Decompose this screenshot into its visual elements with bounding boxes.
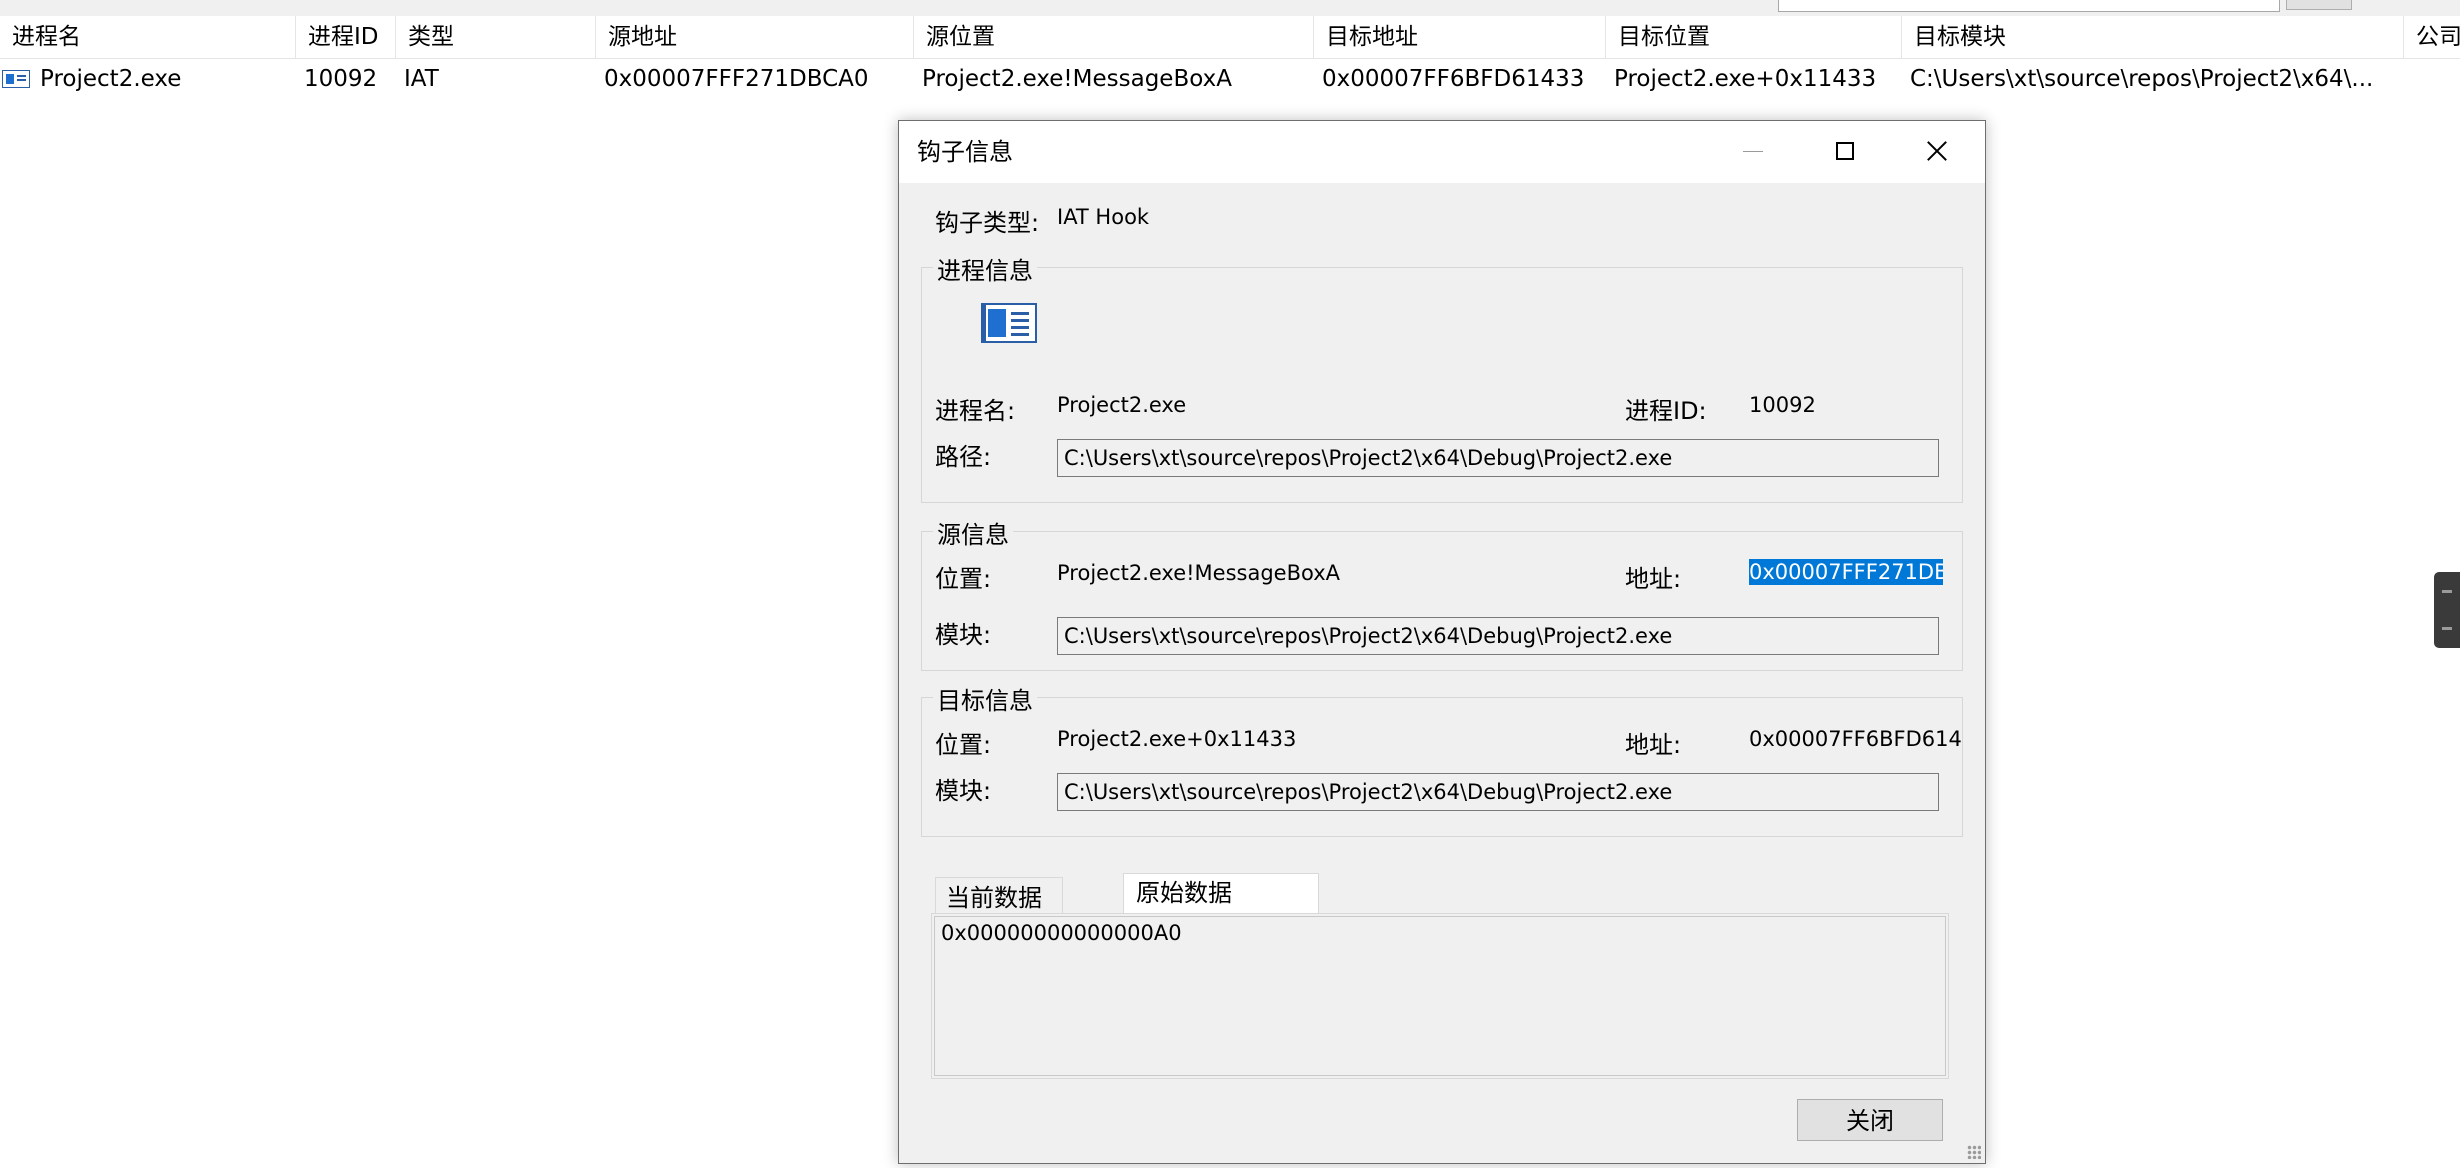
process-icon — [2, 70, 30, 88]
hook-type-value: IAT Hook — [1057, 205, 1150, 229]
source-info-title: 源信息 — [933, 515, 1013, 550]
target-info-title: 目标信息 — [933, 681, 1037, 716]
column-header-type[interactable]: 类型 — [396, 16, 596, 58]
grip-icon — [2442, 590, 2452, 630]
maximize-button[interactable] — [1799, 121, 1891, 183]
path-field[interactable]: C:\Users\xt\source\repos\Project2\x64\De… — [1057, 439, 1939, 477]
target-location-label: 位置: — [935, 731, 992, 759]
column-header-company[interactable]: 公司 — [2404, 16, 2460, 58]
minimize-button[interactable] — [1707, 121, 1799, 183]
close-button[interactable]: 关闭 — [1797, 1099, 1943, 1141]
search-input[interactable] — [1778, 0, 2280, 12]
close-window-button[interactable] — [1891, 121, 1983, 183]
target-address-label: 地址: — [1625, 731, 1682, 759]
cell-type: IAT — [404, 66, 439, 92]
cell-source-address: 0x00007FFF271DBCA0 — [604, 66, 869, 92]
process-name-label: 进程名: — [935, 397, 1016, 425]
column-header-source-address[interactable]: 源地址 — [596, 16, 914, 58]
target-info-group — [921, 697, 1963, 837]
table-row[interactable]: Project2.exe 10092 IAT 0x00007FFF271DBCA… — [0, 59, 2460, 99]
resize-grip-icon[interactable] — [1967, 1145, 1981, 1159]
data-content: 0x00000000000000A0 — [941, 921, 1182, 945]
tab-current-data[interactable]: 当前数据 — [935, 877, 1063, 913]
data-panel: 0x00000000000000A0 — [931, 913, 1949, 1079]
cell-pid: 10092 — [304, 66, 378, 92]
target-address-value: 0x00007FF6BFD614 — [1749, 727, 1962, 751]
cell-source-location: Project2.exe!MessageBoxA — [922, 66, 1232, 92]
list-header: 进程名 进程ID 类型 源地址 源位置 目标地址 目标位置 目标模块 公司 — [0, 16, 2460, 59]
cell-target-address: 0x00007FF6BFD61433 — [1322, 66, 1585, 92]
source-location-value: Project2.exe!MessageBoxA — [1057, 561, 1340, 585]
cell-target-location: Project2.exe+0x11433 — [1614, 66, 1877, 92]
column-header-source-location[interactable]: 源位置 — [914, 16, 1314, 58]
maximize-icon — [1836, 142, 1854, 160]
process-info-title: 进程信息 — [933, 251, 1037, 286]
dialog-titlebar[interactable]: 钩子信息 — [899, 121, 1985, 183]
minimize-icon — [1743, 151, 1763, 152]
search-button[interactable] — [2286, 0, 2352, 10]
source-address-label: 地址: — [1625, 565, 1682, 593]
target-module-field[interactable]: C:\Users\xt\source\repos\Project2\x64\De… — [1057, 773, 1939, 811]
source-module-label: 模块: — [935, 621, 992, 649]
column-header-target-module[interactable]: 目标模块 — [1902, 16, 2404, 58]
hook-info-dialog: 钩子信息 钩子类型: IAT Hook 进程信息 进程名: Project2.e… — [898, 120, 1986, 1164]
cell-process-name: Project2.exe — [40, 66, 182, 92]
hook-type-label: 钩子类型: — [935, 209, 1040, 237]
source-module-field[interactable]: C:\Users\xt\source\repos\Project2\x64\De… — [1057, 617, 1939, 655]
column-header-pid[interactable]: 进程ID — [296, 16, 396, 58]
dialog-title: 钩子信息 — [917, 138, 1013, 166]
path-label: 路径: — [935, 443, 992, 471]
toolbar-strip — [0, 0, 2460, 17]
pid-label: 进程ID: — [1625, 397, 1707, 425]
column-header-process-name[interactable]: 进程名 — [0, 16, 296, 58]
source-location-label: 位置: — [935, 565, 992, 593]
side-panel-handle[interactable] — [2434, 572, 2460, 648]
process-icon — [981, 303, 1037, 343]
target-location-value: Project2.exe+0x11433 — [1057, 727, 1297, 751]
process-name-value: Project2.exe — [1057, 393, 1187, 417]
source-address-value[interactable]: 0x00007FFF271DB0 — [1749, 559, 1943, 585]
column-header-target-location[interactable]: 目标位置 — [1606, 16, 1902, 58]
close-icon — [1921, 135, 1953, 167]
cell-target-module: C:\Users\xt\source\repos\Project2\x64\..… — [1910, 66, 2374, 92]
column-header-target-address[interactable]: 目标地址 — [1314, 16, 1606, 58]
pid-value: 10092 — [1749, 393, 1816, 417]
tab-original-data[interactable]: 原始数据 — [1123, 873, 1319, 915]
target-module-label: 模块: — [935, 777, 992, 805]
data-text-area[interactable]: 0x00000000000000A0 — [934, 916, 1946, 1076]
